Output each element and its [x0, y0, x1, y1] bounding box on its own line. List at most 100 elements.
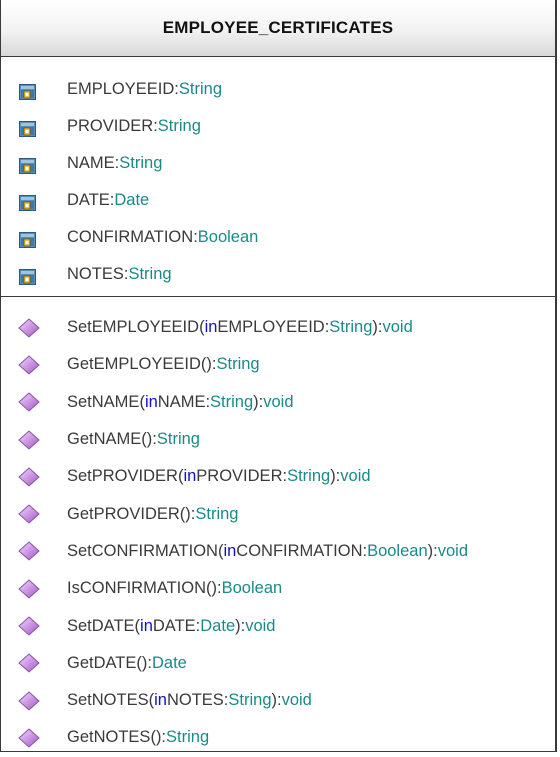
parameter-type: String — [329, 318, 373, 337]
return-type: String — [166, 728, 210, 747]
operation-diamond-icon — [18, 541, 40, 562]
attribute-row[interactable]: PROVIDER: String — [1, 108, 555, 145]
operation-row[interactable]: GetNAME(): String — [1, 421, 555, 458]
return-type: String — [195, 504, 239, 523]
attribute-type: String — [178, 80, 222, 98]
operation-diamond-icon — [18, 579, 40, 599]
operation-icon-slot — [1, 504, 67, 524]
operation-name: IsCONFIRMATION — [67, 579, 207, 598]
return-type: void — [437, 541, 469, 560]
close-paren: ): — [235, 616, 246, 635]
operation-diamond-icon — [18, 728, 40, 748]
operation-row[interactable]: SetEMPLOYEEID(in EMPLOYEEID: String): void — [1, 309, 555, 346]
attribute-row[interactable]: NAME: String — [1, 145, 555, 182]
parameter-type: String — [287, 467, 331, 486]
attribute-type: String — [119, 154, 163, 172]
attribute-icon-slot — [1, 265, 67, 285]
operation-diamond-icon — [18, 429, 40, 450]
operation-icon-slot — [1, 317, 67, 338]
operation-row[interactable]: GetPROVIDER(): String — [1, 495, 555, 532]
operation-name: GetNAME — [67, 430, 142, 449]
attribute-row[interactable]: NOTES: String — [1, 256, 555, 293]
close-paren: ): — [271, 691, 282, 710]
parameter-direction: in — [204, 318, 218, 337]
close-paren: ): — [330, 467, 341, 486]
operation-name: SetNOTES — [67, 691, 149, 710]
operation-diamond-icon — [18, 467, 40, 487]
uml-class-box[interactable]: EMPLOYEE_CERTIFICATES EMPLOYEEID: String P… — [0, 0, 557, 752]
operation-row[interactable]: SetPROVIDER(in PROVIDER: String): void — [1, 458, 555, 495]
operation-diamond-icon — [18, 504, 40, 524]
attribute-name: NAME — [67, 154, 115, 172]
private-attribute-icon — [19, 231, 36, 248]
private-attribute-icon — [19, 194, 36, 211]
operation-icon-slot — [1, 653, 67, 673]
operation-name: SetDATE — [67, 616, 135, 635]
parameter-direction: in — [154, 691, 167, 710]
operation-icon-slot — [1, 355, 67, 375]
operation-diamond-icon — [18, 317, 40, 338]
parameter-type: Boolean — [367, 541, 428, 560]
attribute-type: Boolean — [197, 228, 259, 246]
operation-row[interactable]: GetNOTES(): String — [1, 719, 555, 756]
operation-icon-slot — [1, 616, 67, 636]
operation-row[interactable]: GetEMPLOYEEID(): String — [1, 346, 555, 383]
parameter-direction: in — [144, 392, 158, 411]
private-attribute-icon — [19, 268, 36, 285]
operation-name: GetPROVIDER — [67, 504, 180, 523]
parameter-name: NOTES — [166, 691, 224, 710]
attribute-type: String — [157, 117, 201, 135]
attribute-type: Date — [114, 191, 150, 209]
attribute-row[interactable]: EMPLOYEEID: String — [1, 71, 555, 108]
parameter-name: PROVIDER — [196, 467, 283, 486]
operation-diamond-icon — [18, 690, 40, 711]
return-type: String — [156, 430, 200, 449]
attribute-icon-slot — [1, 191, 67, 211]
operation-diamond-icon — [18, 355, 40, 375]
operation-icon-slot — [1, 579, 67, 599]
return-type: void — [263, 392, 294, 411]
operation-row[interactable]: SetCONFIRMATION(in CONFIRMATION: Boolean)… — [1, 533, 555, 570]
operation-row[interactable]: SetNAME(in NAME: String): void — [1, 384, 555, 421]
operation-row[interactable]: SetNOTES(in NOTES: String): void — [1, 682, 555, 719]
attribute-row[interactable]: DATE: Date — [1, 182, 555, 219]
return-type: Boolean — [221, 579, 283, 598]
operation-icon-slot — [1, 392, 67, 412]
operation-row[interactable]: SetDATE(in DATE: Date): void — [1, 607, 555, 644]
operation-row[interactable]: IsCONFIRMATION(): Boolean — [1, 570, 555, 607]
return-type: void — [340, 467, 371, 486]
return-type: Date — [151, 653, 187, 672]
parameter-type: Date — [200, 616, 236, 635]
attribute-icon-slot — [1, 80, 67, 100]
attribute-name: EMPLOYEEID — [67, 80, 175, 98]
return-type: void — [382, 318, 413, 337]
attribute-name: NOTES — [67, 265, 124, 283]
attribute-type: String — [128, 265, 172, 283]
close-paren: ): — [253, 392, 264, 411]
operation-icon-slot — [1, 429, 67, 450]
return-type: String — [216, 355, 260, 374]
attribute-row[interactable]: CONFIRMATION: Boolean — [1, 219, 555, 256]
operation-icon-slot — [1, 690, 67, 711]
operation-name: GetEMPLOYEEID — [67, 355, 201, 374]
return-type: void — [281, 691, 312, 710]
operation-row[interactable]: GetDATE(): Date — [1, 645, 555, 682]
class-name: EMPLOYEE_CERTIFICATES — [1, 0, 555, 57]
attributes-compartment: EMPLOYEEID: String PROVIDER: String NAME: Str… — [1, 57, 555, 297]
parameter-direction: in — [140, 616, 153, 635]
operations-compartment: SetEMPLOYEEID(in EMPLOYEEID: String): void… — [1, 297, 555, 757]
operation-diamond-icon — [18, 653, 40, 673]
parameter-type: String — [210, 392, 254, 411]
parameter-name: CONFIRMATION — [236, 541, 363, 560]
attribute-name: PROVIDER — [67, 117, 154, 135]
operation-name: SetEMPLOYEEID — [67, 318, 200, 337]
parameter-name: NAME — [157, 392, 206, 411]
close-paren: ): — [155, 728, 167, 747]
private-attribute-icon — [19, 157, 36, 174]
private-attribute-icon — [19, 83, 36, 100]
attribute-icon-slot — [1, 228, 67, 248]
close-paren: ): — [146, 430, 157, 449]
attribute-name: CONFIRMATION — [67, 228, 194, 246]
parameter-direction: in — [223, 541, 237, 560]
return-type: void — [245, 616, 276, 635]
